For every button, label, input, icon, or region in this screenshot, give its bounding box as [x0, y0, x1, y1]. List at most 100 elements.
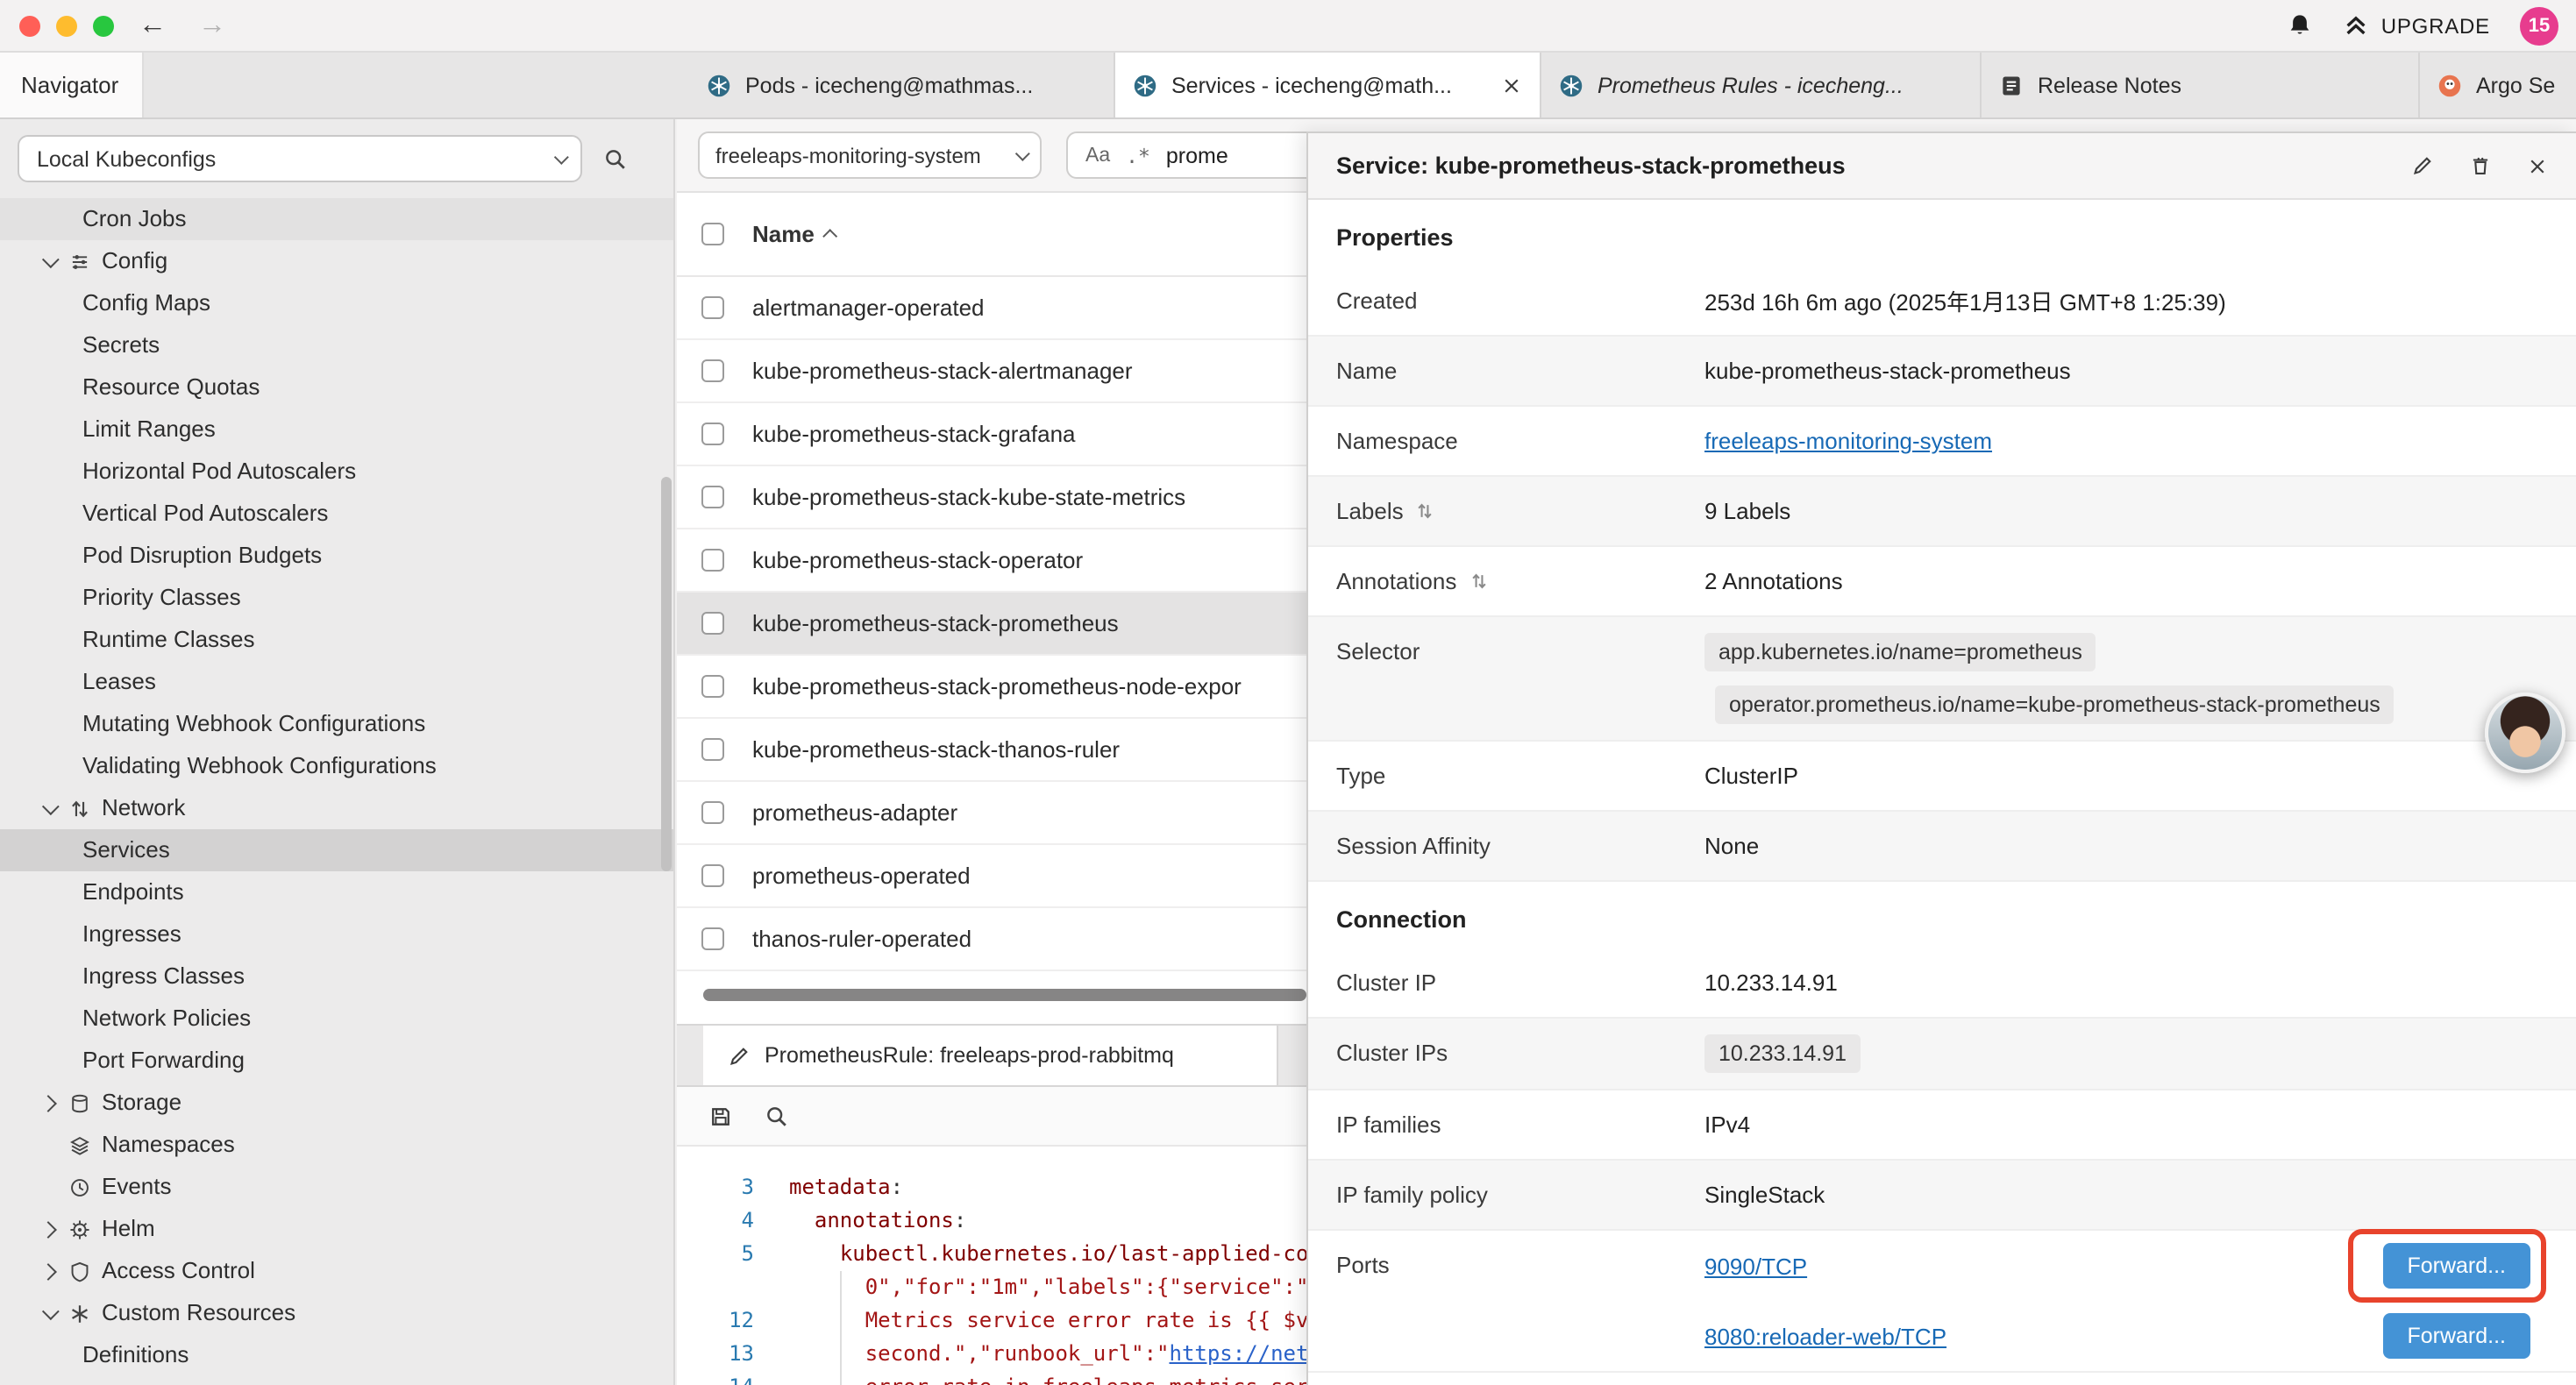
tab-release-notes[interactable]: Release Notes	[1982, 53, 2420, 117]
row-checkbox[interactable]	[701, 864, 724, 887]
sidebar-item-custom-resources[interactable]: Custom Resources	[0, 1292, 673, 1334]
horizontal-scrollbar[interactable]	[703, 989, 1306, 1001]
sidebar-item-namespaces[interactable]: Namespaces	[0, 1124, 673, 1166]
sort-updown-icon[interactable]	[1469, 572, 1488, 591]
tab-bar: Navigator Pods - icecheng@mathmas...Serv…	[0, 53, 2576, 119]
row-checkbox[interactable]	[701, 549, 724, 572]
row-checkbox[interactable]	[701, 296, 724, 319]
sidebar-item-runtime-classes[interactable]: Runtime Classes	[0, 619, 673, 661]
sidebar-item-leases[interactable]: Leases	[0, 661, 673, 703]
sidebar-item-events[interactable]: Events	[0, 1166, 673, 1208]
regex-toggle[interactable]: .*	[1126, 143, 1150, 167]
sidebar-item-resource-quotas[interactable]: Resource Quotas	[0, 366, 673, 408]
chevron-right-icon[interactable]	[42, 1250, 54, 1292]
chevron-right-icon[interactable]	[42, 1082, 54, 1124]
sidebar-item-definitions[interactable]: Definitions	[0, 1334, 673, 1376]
sidebar-item-access-control[interactable]: Access Control	[0, 1250, 673, 1292]
sidebar-item-config[interactable]: Config	[0, 240, 673, 282]
sidebar-item-port-forwarding[interactable]: Port Forwarding	[0, 1040, 673, 1082]
sidebar-item-ingress-classes[interactable]: Ingress Classes	[0, 955, 673, 998]
indent-guide	[840, 1271, 842, 1385]
kubeconfig-selector[interactable]: Local Kubeconfigs	[18, 135, 582, 182]
sidebar-item-helm[interactable]: Helm	[0, 1208, 673, 1250]
chevron-right-icon[interactable]	[42, 1208, 54, 1250]
forward-button[interactable]: Forward...	[2382, 1243, 2530, 1289]
tab-close-icon[interactable]	[1501, 75, 1522, 96]
detail-row-annotations: Annotations2 Annotations	[1308, 547, 2576, 617]
row-checkbox[interactable]	[701, 423, 724, 445]
avatar[interactable]	[2485, 692, 2565, 773]
sidebar-item-endpoints[interactable]: Endpoints	[0, 871, 673, 913]
sidebar-item-limit-ranges[interactable]: Limit Ranges	[0, 408, 673, 451]
sidebar-item-services[interactable]: Services	[0, 829, 673, 871]
sidebar-item-config-maps[interactable]: Config Maps	[0, 282, 673, 324]
forward-button-nav[interactable]: →	[198, 11, 226, 39]
tree-item-label: Cron Jobs	[82, 198, 187, 240]
tab-prometheus-rules-icecheng[interactable]: Prometheus Rules - icecheng...	[1541, 53, 1982, 117]
tree-item-label: Access Control	[102, 1250, 255, 1292]
sidebar-item-cron-jobs[interactable]: Cron Jobs	[0, 198, 673, 240]
port-link[interactable]: 9090/TCP	[1704, 1253, 1807, 1279]
zoom-window-button[interactable]	[93, 15, 114, 36]
sidebar-item-mutating-webhook-configurations[interactable]: Mutating Webhook Configurations	[0, 703, 673, 745]
namespace-link[interactable]: freeleaps-monitoring-system	[1704, 428, 1992, 454]
edit-resource-icon[interactable]	[2411, 154, 2434, 177]
tree-item-label: Endpoints	[82, 871, 184, 913]
chevron-down-icon[interactable]	[42, 240, 54, 282]
detail-label: Selector	[1336, 633, 1704, 664]
forward-button[interactable]: Forward...	[2382, 1313, 2530, 1359]
notes-tab-icon	[1999, 73, 2024, 97]
tree-item-label: Network Policies	[82, 998, 251, 1040]
row-checkbox[interactable]	[701, 801, 724, 824]
tab-label: Release Notes	[2038, 73, 2401, 97]
notifications-bell-icon[interactable]	[2287, 12, 2313, 39]
close-drawer-icon[interactable]	[2527, 155, 2548, 176]
sidebar-item-network[interactable]: Network	[0, 787, 673, 829]
sidebar-item-vertical-pod-autoscalers[interactable]: Vertical Pod Autoscalers	[0, 493, 673, 535]
close-window-button[interactable]	[19, 15, 40, 36]
search-query-text: prome	[1166, 143, 1228, 167]
tab-services-icecheng-math[interactable]: Services - icecheng@math...	[1115, 53, 1541, 117]
row-checkbox[interactable]	[701, 675, 724, 698]
save-icon[interactable]	[708, 1104, 733, 1128]
tab-pods-icecheng-mathmas[interactable]: Pods - icecheng@mathmas...	[689, 53, 1115, 117]
delete-resource-icon[interactable]	[2469, 154, 2492, 177]
sidebar-item-validating-webhook-configurations[interactable]: Validating Webhook Configurations	[0, 745, 673, 787]
drawer-title: Service: kube-prometheus-stack-prometheu…	[1336, 153, 2376, 179]
match-case-toggle[interactable]: Aa	[1085, 145, 1110, 166]
tab-argo-se[interactable]: Argo Se	[2420, 53, 2576, 117]
select-all-checkbox[interactable]	[701, 223, 724, 245]
sidebar-item-storage[interactable]: Storage	[0, 1082, 673, 1124]
namespace-filter-dropdown[interactable]: freeleaps-monitoring-system	[698, 131, 1042, 179]
sort-updown-icon[interactable]	[1416, 501, 1435, 521]
sidebar-item-network-policies[interactable]: Network Policies	[0, 998, 673, 1040]
row-checkbox[interactable]	[701, 359, 724, 382]
chevron-down-icon[interactable]	[42, 1292, 54, 1334]
name-column-header[interactable]: Name	[752, 221, 815, 247]
chevron-down-icon[interactable]	[42, 787, 54, 829]
sidebar-item-pod-disruption-budgets[interactable]: Pod Disruption Budgets	[0, 535, 673, 577]
sidebar-item-priority-classes[interactable]: Priority Classes	[0, 577, 673, 619]
row-checkbox[interactable]	[701, 738, 724, 761]
port-line: 8080:reloader-web/TCP Forward...	[1704, 1301, 2530, 1371]
sidebar-scrollbar[interactable]	[661, 477, 672, 871]
row-checkbox[interactable]	[701, 927, 724, 950]
notification-count-badge[interactable]: 15	[2520, 6, 2558, 45]
back-button[interactable]: ←	[139, 11, 167, 39]
row-checkbox[interactable]	[701, 612, 724, 635]
row-checkbox[interactable]	[701, 486, 724, 508]
sidebar-item-secrets[interactable]: Secrets	[0, 324, 673, 366]
sidebar-item-horizontal-pod-autoscalers[interactable]: Horizontal Pod Autoscalers	[0, 451, 673, 493]
sidebar-item-ingresses[interactable]: Ingresses	[0, 913, 673, 955]
editor-tab-prometheusrule[interactable]: PrometheusRule: freeleaps-prod-rabbitmq	[703, 1026, 1278, 1085]
minimize-window-button[interactable]	[56, 15, 77, 36]
drawer-header: Service: kube-prometheus-stack-prometheu…	[1308, 133, 2576, 200]
k8s-tab-icon	[707, 73, 731, 97]
line-number: 13	[677, 1338, 775, 1371]
port-link[interactable]: 8080:reloader-web/TCP	[1704, 1323, 1946, 1349]
detail-label: Ports	[1336, 1231, 1704, 1278]
upgrade-button[interactable]: UPGRADE	[2343, 12, 2490, 39]
editor-search-icon[interactable]	[765, 1104, 789, 1128]
sidebar-search-icon[interactable]	[603, 146, 628, 171]
navigator-panel-tab[interactable]: Navigator	[0, 53, 144, 117]
